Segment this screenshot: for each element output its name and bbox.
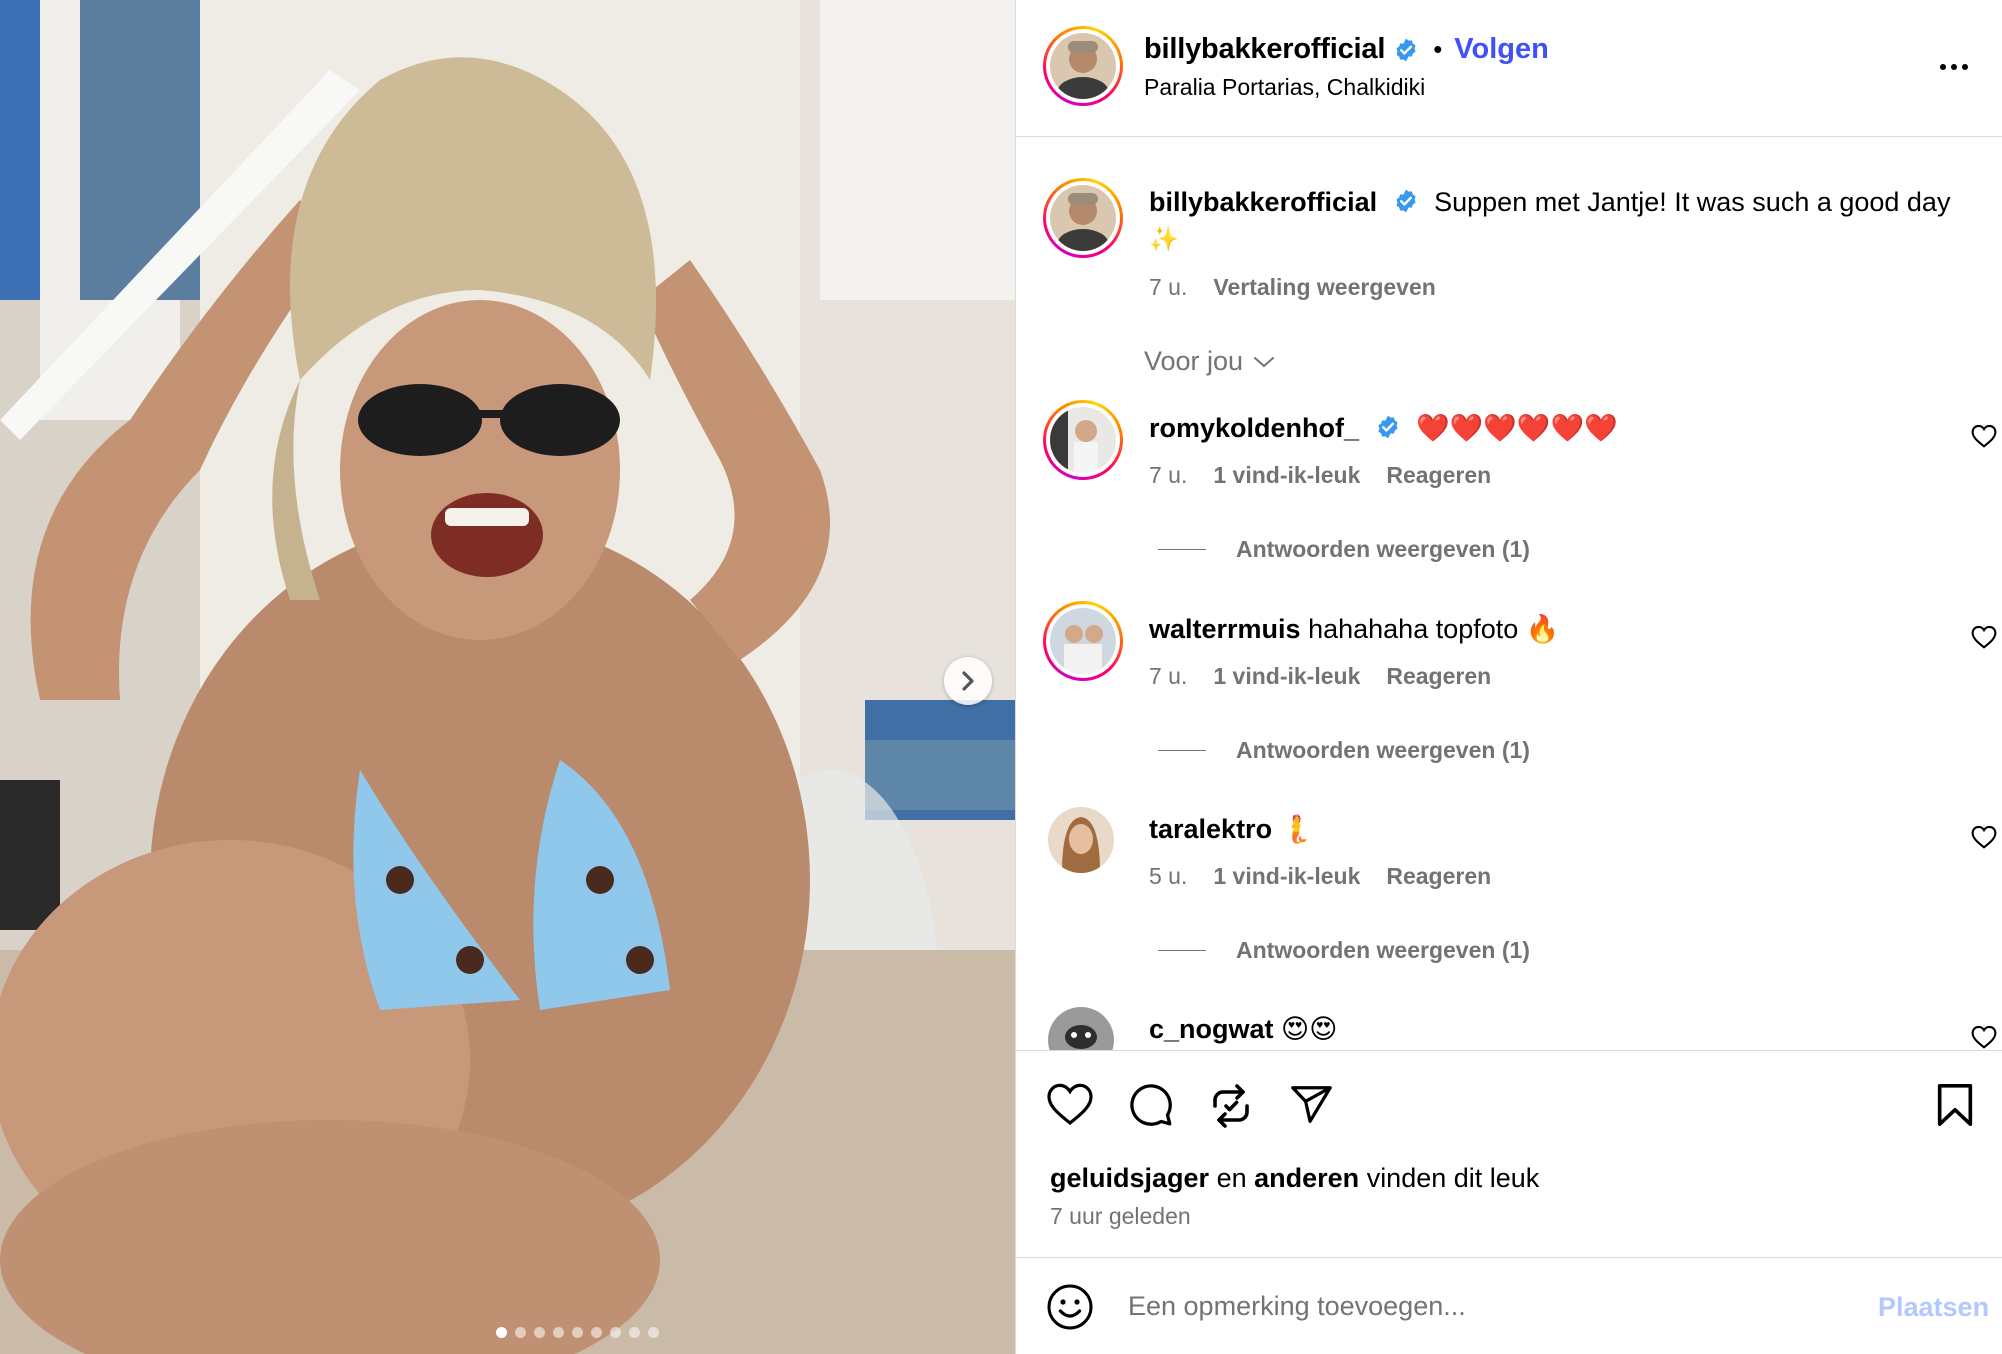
carousel-dot [591,1327,602,1338]
caption-username[interactable]: billybakkerofficial [1149,187,1377,217]
header-separator: • [1433,34,1443,64]
comment-time: 7 u. [1149,663,1188,689]
view-replies-button[interactable]: Antwoorden weergeven (1) [1158,536,1530,563]
reply-button[interactable]: Reageren [1386,462,1491,489]
comments-list[interactable]: billybakkerofficial Suppen met Jantje! I… [1016,138,2002,1050]
more-dot [1940,64,1946,70]
post-dialog: billybakkerofficial • Volgen Paralia Por… [0,0,2002,1354]
comment-text: hahahaha topfoto 🔥 [1308,614,1560,644]
post-comment-button[interactable]: Plaatsen [1878,1292,1989,1323]
comment-text: 🧜 [1279,814,1314,844]
view-replies-label: Antwoorden weergeven (1) [1236,536,1530,562]
comment-likes[interactable]: 1 vind-ik-leuk [1213,462,1360,489]
post-media[interactable] [0,0,1015,1354]
verified-badge-icon [1396,189,1416,213]
carousel-dot [572,1327,583,1338]
chevron-down-icon [1254,356,1275,367]
reply-button[interactable]: Reageren [1386,663,1491,690]
comment-sort-label: Voor jou [1144,346,1244,376]
commenter-avatar[interactable] [1043,400,1123,480]
likes-connector: en [1216,1163,1247,1193]
comment-text: 😍😍 [1281,1014,1338,1044]
likes-suffix: vinden dit leuk [1366,1163,1540,1193]
like-comment-icon[interactable] [1971,825,1997,849]
post-actions: geluidsjager en anderen vinden dit leuk … [1016,1050,2002,1260]
caption-avatar[interactable] [1043,178,1123,258]
verified-badge-icon [1378,415,1398,439]
carousel-indicator [0,1327,1015,1338]
more-dot [1951,64,1957,70]
like-icon[interactable] [1046,1082,1094,1126]
comment-time: 5 u. [1149,863,1188,889]
comment-username[interactable]: romykoldenhof_ [1149,413,1359,443]
share-icon[interactable] [1287,1082,1335,1128]
chevron-right-icon [962,671,974,691]
emoji-icon[interactable] [1046,1283,1094,1331]
post-side-panel: billybakkerofficial • Volgen Paralia Por… [1015,0,2002,1354]
carousel-dot [648,1327,659,1338]
carousel-next-button[interactable] [944,657,992,705]
add-comment-bar: Plaatsen [1016,1257,2002,1354]
comment-sort-dropdown[interactable]: Voor jou [1144,346,1275,377]
follow-button[interactable]: Volgen [1454,33,1549,66]
like-comment-icon[interactable] [1971,625,1997,649]
commenter-avatar[interactable] [1048,1007,1114,1050]
comment-time: 7 u. [1149,462,1188,488]
repost-icon[interactable] [1207,1082,1255,1130]
carousel-dot [534,1327,545,1338]
commenter-avatar[interactable] [1048,807,1114,873]
reply-button[interactable]: Reageren [1386,863,1491,890]
comment-icon[interactable] [1127,1082,1175,1128]
more-options-button[interactable] [1934,52,1974,82]
more-dot [1962,64,1968,70]
comment-likes[interactable]: 1 vind-ik-leuk [1213,663,1360,690]
comment-likes[interactable]: 1 vind-ik-leuk [1213,863,1360,890]
like-comment-icon[interactable] [1971,424,1997,448]
post-time: 7 uur geleden [1050,1203,1191,1229]
comment-input[interactable] [1128,1282,1828,1330]
view-replies-button[interactable]: Antwoorden weergeven (1) [1158,937,1530,964]
comment-text: ❤️❤️❤️❤️❤️❤️ [1416,413,1618,443]
translate-button[interactable]: Vertaling weergeven [1213,274,1435,301]
likes-summary: geluidsjager en anderen vinden dit leuk [1050,1163,1539,1194]
view-replies-label: Antwoorden weergeven (1) [1236,737,1530,763]
caption-text: Suppen met Jantje! It was such a good da… [1434,187,1951,217]
caption-emoji: ✨ [1149,226,1179,253]
author-avatar[interactable] [1043,26,1123,106]
comment-username[interactable]: taralektro [1149,814,1272,844]
comment-username[interactable]: walterrmuis [1149,614,1301,644]
caption-time: 7 u. [1149,274,1188,300]
like-comment-icon[interactable] [1971,1025,1997,1049]
post-location[interactable]: Paralia Portarias, Chalkidiki [1144,74,1425,101]
carousel-dot [515,1327,526,1338]
carousel-dot [610,1327,621,1338]
post-photo [0,0,1015,1354]
post-header: billybakkerofficial • Volgen Paralia Por… [1016,0,2002,137]
first-liker[interactable]: geluidsjager [1050,1163,1209,1193]
view-replies-button[interactable]: Antwoorden weergeven (1) [1158,737,1530,764]
carousel-dot [496,1327,507,1338]
author-username[interactable]: billybakkerofficial [1144,33,1385,66]
commenter-avatar[interactable] [1043,601,1123,681]
save-icon[interactable] [1934,1082,1976,1128]
verified-badge-icon [1396,38,1416,61]
comment-username[interactable]: c_nogwat [1149,1014,1274,1044]
carousel-dot [553,1327,564,1338]
view-replies-label: Antwoorden weergeven (1) [1236,937,1530,963]
others-likers-link[interactable]: anderen [1254,1163,1359,1193]
carousel-dot [629,1327,640,1338]
